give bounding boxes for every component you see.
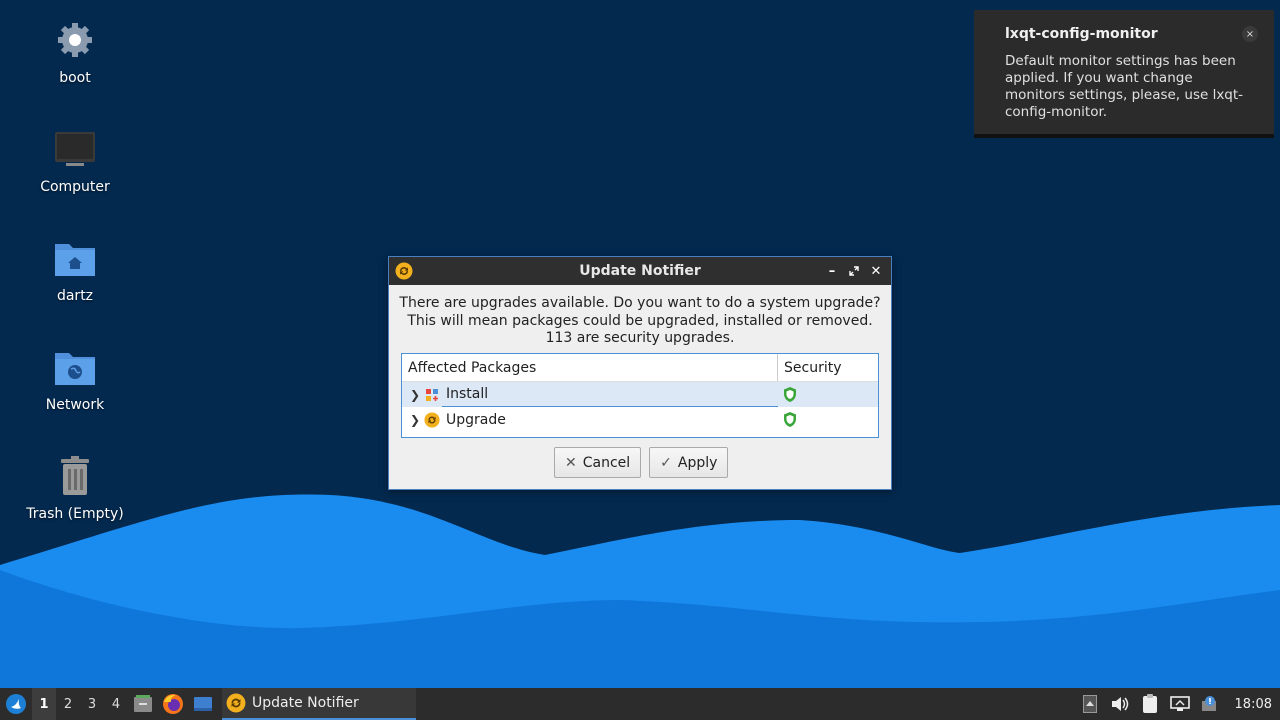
desktop-icon-network[interactable]: Network	[20, 345, 130, 445]
firefox-icon	[163, 694, 183, 714]
firefox-launcher[interactable]	[158, 688, 188, 720]
update-alert-icon[interactable]	[1195, 688, 1225, 720]
update-notifier-icon	[226, 693, 246, 713]
message-line: 113 are security upgrades.	[545, 330, 735, 346]
column-header-packages[interactable]: Affected Packages	[402, 354, 778, 381]
update-notifier-dialog: Update Notifier – ✕ There are upgrades a…	[388, 256, 892, 490]
clock[interactable]: 18:08	[1225, 697, 1280, 712]
notification-popup[interactable]: lxqt-config-monitor × Default monitor se…	[974, 10, 1274, 138]
network-folder-icon	[53, 345, 97, 389]
maximize-icon[interactable]	[845, 261, 863, 281]
shield-icon	[778, 411, 878, 428]
chevron-right-icon[interactable]: ❯	[402, 388, 422, 402]
desktop-switch-1[interactable]: 1	[32, 688, 56, 720]
lubuntu-logo-icon	[6, 694, 26, 714]
gear-icon	[53, 18, 97, 62]
tree-header: Affected Packages Security	[402, 354, 878, 382]
network-icon[interactable]	[1165, 688, 1195, 720]
task-label: Update Notifier	[252, 695, 359, 711]
dialog-message: There are upgrades available. Do you wan…	[389, 295, 891, 348]
checkmark-icon: ✓	[660, 454, 672, 471]
column-header-security[interactable]: Security	[778, 354, 878, 381]
monitor-icon	[53, 127, 97, 171]
close-icon[interactable]: ×	[1242, 26, 1258, 42]
message-line: This will mean packages could be upgrade…	[407, 312, 873, 329]
desktop-icon-label: Computer	[40, 179, 110, 195]
desktop-icon	[194, 697, 212, 711]
cancel-label: Cancel	[582, 454, 631, 471]
desktop-icon-trash[interactable]: Trash (Empty)	[20, 454, 130, 554]
desktop-switch-4[interactable]: 4	[104, 688, 128, 720]
desktop-icon-dartz[interactable]: dartz	[20, 236, 130, 336]
file-manager-launcher[interactable]	[128, 688, 158, 720]
trash-icon	[53, 454, 97, 498]
desktop-icon-label: Network	[45, 397, 105, 413]
start-menu-button[interactable]	[0, 688, 32, 720]
desktop-icon-label: Trash (Empty)	[26, 506, 124, 522]
cancel-button[interactable]: ✕ Cancel	[554, 447, 642, 478]
tray-expand-icon[interactable]	[1075, 688, 1105, 720]
taskbar-task-update-notifier[interactable]: Update Notifier	[222, 688, 416, 720]
apply-label: Apply	[677, 454, 718, 471]
shield-icon	[778, 386, 878, 403]
tree-row-install[interactable]: ❯ Install	[402, 382, 878, 407]
chevron-right-icon[interactable]: ❯	[402, 413, 422, 427]
dialog-title: Update Notifier	[579, 263, 701, 279]
close-icon[interactable]: ✕	[867, 261, 885, 281]
update-notifier-icon	[395, 262, 413, 284]
minimize-icon[interactable]: –	[823, 261, 841, 281]
affected-packages-tree[interactable]: Affected Packages Security ❯ Install ❯ U…	[401, 353, 879, 438]
cancel-icon: ✕	[565, 454, 577, 471]
notification-title: lxqt-config-monitor	[1005, 26, 1158, 42]
tree-row-label: Upgrade	[446, 411, 506, 428]
tree-row-upgrade[interactable]: ❯ Upgrade	[402, 407, 878, 432]
install-icon	[422, 385, 442, 405]
system-tray: 18:08	[1075, 688, 1280, 720]
desktop-icon-label: boot	[59, 70, 91, 86]
dialog-buttons: ✕ Cancel ✓ Apply	[554, 447, 729, 478]
home-folder-icon	[53, 236, 97, 280]
tree-row-label: Install	[442, 382, 778, 407]
desktop-icon-boot[interactable]: boot	[20, 18, 130, 118]
clipboard-icon[interactable]	[1135, 688, 1165, 720]
message-line: There are upgrades available. Do you wan…	[399, 295, 881, 311]
dialog-titlebar[interactable]: Update Notifier – ✕	[389, 257, 891, 285]
notification-body: Default monitor settings has been applie…	[1005, 53, 1244, 120]
desktop-icon-computer[interactable]: Computer	[20, 127, 130, 227]
taskbar: 1 2 3 4 Update Notifier 18:08	[0, 688, 1280, 720]
upgrade-icon	[422, 410, 442, 430]
volume-icon[interactable]	[1105, 688, 1135, 720]
desktop-switch-3[interactable]: 3	[80, 688, 104, 720]
desktop-switch-2[interactable]: 2	[56, 688, 80, 720]
file-manager-icon	[134, 695, 152, 712]
desktop-icon-label: dartz	[56, 288, 94, 304]
show-desktop-launcher[interactable]	[188, 688, 218, 720]
apply-button[interactable]: ✓ Apply	[649, 447, 729, 478]
